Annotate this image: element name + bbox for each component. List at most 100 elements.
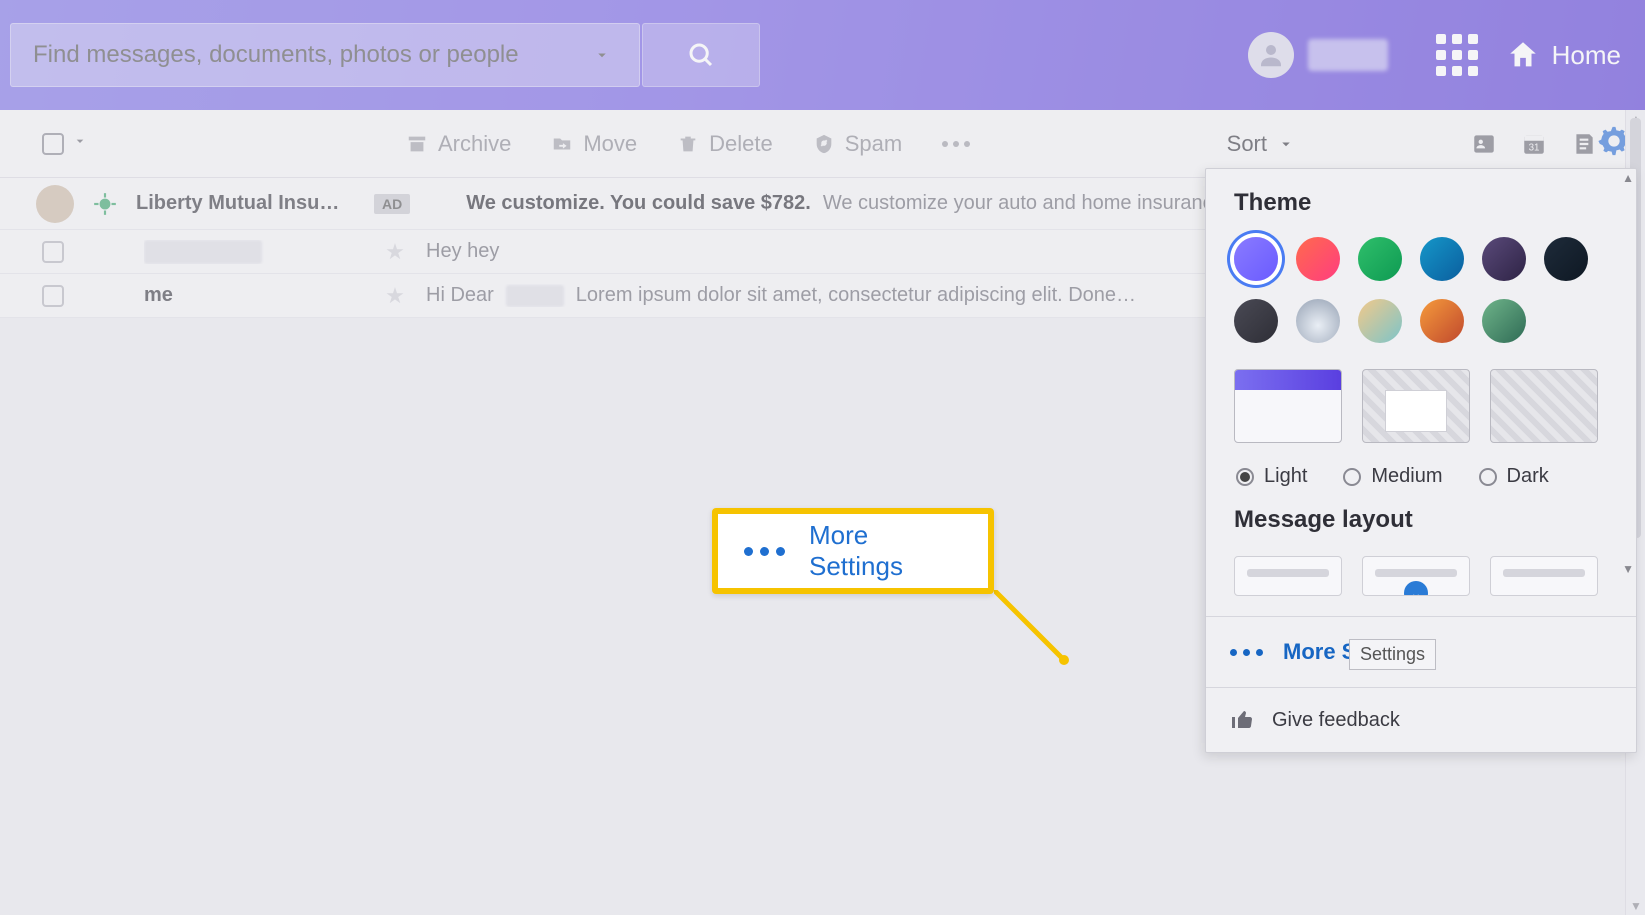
settings-panel: ▲ Theme Light Medium Dark Message layout…	[1205, 168, 1637, 753]
sponsor-icon	[92, 191, 118, 217]
theme-swatch[interactable]	[1358, 299, 1402, 343]
ad-badge: AD	[374, 194, 410, 214]
layout-cards: ⌄	[1206, 548, 1636, 600]
account-name-redacted	[1308, 39, 1388, 71]
account-chip[interactable]	[1248, 32, 1408, 78]
toolbar-actions: Archive Move Delete Spam	[406, 131, 970, 157]
theme-swatch[interactable]	[1296, 237, 1340, 281]
panel-scroll-down-icon[interactable]: ▼	[1622, 562, 1634, 576]
radio-icon	[1479, 468, 1497, 486]
expand-icon[interactable]: ⌄	[1404, 581, 1428, 596]
star-icon[interactable]: ★	[382, 283, 408, 309]
search-box[interactable]	[10, 23, 640, 87]
layout-card[interactable]	[1234, 556, 1342, 596]
theme-heading: Theme	[1206, 189, 1636, 231]
header-right: Home	[1248, 0, 1621, 110]
home-icon	[1506, 38, 1540, 72]
checkbox-icon[interactable]	[42, 133, 64, 155]
app-header: Home	[0, 0, 1645, 110]
theme-mode-card-medium[interactable]	[1362, 369, 1470, 443]
chevron-down-icon[interactable]	[72, 133, 88, 154]
archive-label: Archive	[438, 131, 511, 157]
subject-preview: Lorem ipsum dolor sit amet, consectetur …	[576, 284, 1136, 307]
row-checkbox[interactable]	[42, 285, 64, 307]
theme-swatch[interactable]	[1234, 237, 1278, 281]
theme-mode-cards	[1206, 353, 1636, 451]
more-actions-button[interactable]	[942, 131, 970, 157]
tooltip: Settings	[1349, 639, 1436, 670]
archive-icon	[406, 133, 428, 155]
panel-scroll-up-icon[interactable]: ▲	[1622, 171, 1634, 185]
row-checkbox[interactable]	[42, 241, 64, 263]
home-label: Home	[1552, 40, 1621, 71]
sender	[144, 240, 364, 264]
sort-label: Sort	[1227, 131, 1267, 157]
move-button[interactable]: Move	[551, 131, 637, 157]
radio-icon	[1343, 468, 1361, 486]
theme-mode-card-light[interactable]	[1234, 369, 1342, 443]
sender: me	[144, 284, 364, 307]
radio-label: Light	[1264, 465, 1307, 488]
svg-text:31: 31	[1529, 142, 1540, 153]
radio-medium[interactable]: Medium	[1343, 465, 1442, 488]
radio-icon	[1236, 468, 1254, 486]
theme-swatches	[1206, 231, 1636, 353]
theme-mode-radios: Light Medium Dark	[1206, 451, 1636, 506]
radio-label: Medium	[1371, 465, 1442, 488]
feedback-label: Give feedback	[1272, 709, 1400, 732]
calendar-icon[interactable]: 31	[1521, 131, 1547, 157]
radio-label: Dark	[1507, 465, 1549, 488]
thumbs-up-icon	[1230, 708, 1254, 732]
delete-label: Delete	[709, 131, 773, 157]
theme-swatch[interactable]	[1234, 299, 1278, 343]
subject-prefix: Hi Dear	[426, 284, 494, 307]
sender: Liberty Mutual Insu…	[136, 192, 356, 215]
search-button[interactable]	[642, 23, 760, 87]
select-all[interactable]	[42, 133, 88, 155]
theme-swatch[interactable]	[1420, 237, 1464, 281]
layout-card[interactable]	[1490, 556, 1598, 596]
spam-button[interactable]: Spam	[813, 131, 902, 157]
delete-button[interactable]: Delete	[677, 131, 773, 157]
search-wrap	[10, 23, 760, 87]
theme-swatch[interactable]	[1358, 237, 1402, 281]
give-feedback-link[interactable]: Give feedback	[1206, 687, 1636, 752]
search-input[interactable]	[33, 41, 587, 69]
more-icon	[744, 547, 785, 556]
annotation-arrow	[994, 590, 1074, 670]
chevron-down-icon[interactable]	[587, 46, 617, 64]
layout-card[interactable]: ⌄	[1362, 556, 1470, 596]
archive-button[interactable]: Archive	[406, 131, 511, 157]
radio-light[interactable]: Light	[1236, 465, 1307, 488]
subject-text: Hey hey	[426, 240, 499, 263]
contacts-icon[interactable]	[1471, 131, 1497, 157]
sender-redacted	[144, 240, 262, 264]
home-link[interactable]: Home	[1506, 38, 1621, 72]
spam-label: Spam	[845, 131, 902, 157]
subject-preview: We customize your auto and home insuranc…	[823, 192, 1224, 215]
more-icon	[1230, 649, 1263, 656]
radio-dark[interactable]: Dark	[1479, 465, 1549, 488]
callout-label: More Settings	[809, 520, 962, 582]
more-icon	[942, 141, 970, 147]
layout-heading: Message layout	[1206, 506, 1636, 548]
apps-grid-icon[interactable]	[1436, 34, 1478, 76]
move-label: Move	[583, 131, 637, 157]
spam-icon	[813, 133, 835, 155]
theme-mode-card-dark[interactable]	[1490, 369, 1598, 443]
annotation-callout: More Settings	[712, 508, 994, 594]
theme-swatch[interactable]	[1482, 299, 1526, 343]
move-icon	[551, 133, 573, 155]
sort-button[interactable]: Sort	[1227, 131, 1295, 157]
theme-swatch[interactable]	[1482, 237, 1526, 281]
theme-swatch[interactable]	[1544, 237, 1588, 281]
notepad-icon[interactable]	[1571, 131, 1597, 157]
star-icon[interactable]: ★	[382, 239, 408, 265]
theme-swatch[interactable]	[1420, 299, 1464, 343]
right-app-icons: 31	[1471, 131, 1597, 157]
avatar	[36, 185, 74, 223]
theme-swatch[interactable]	[1296, 299, 1340, 343]
chevron-down-icon	[1277, 135, 1295, 153]
delete-icon	[677, 133, 699, 155]
avatar-icon	[1248, 32, 1294, 78]
